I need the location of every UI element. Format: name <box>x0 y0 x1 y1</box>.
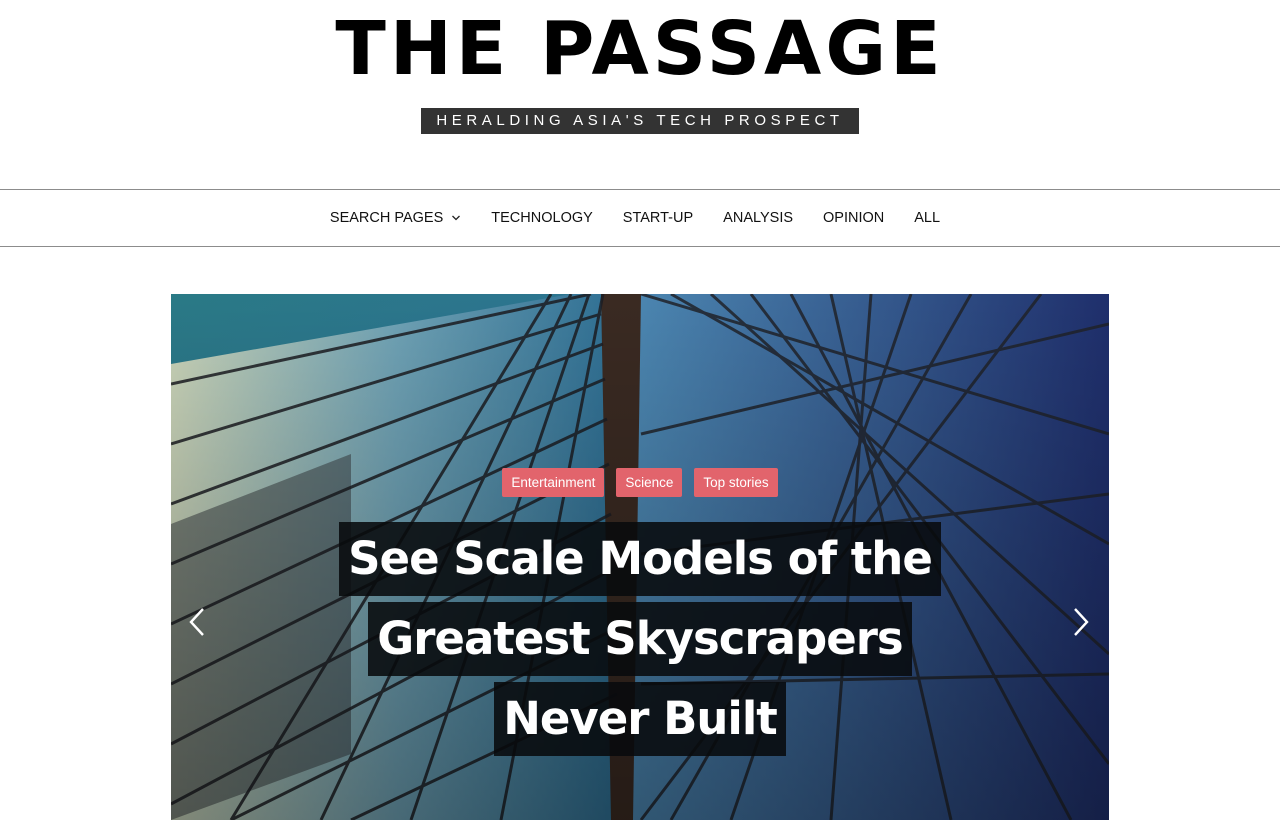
featured-slider[interactable]: Entertainment Science Top stories See Sc… <box>171 294 1109 820</box>
nav-item-analysis[interactable]: ANALYSIS <box>723 210 793 226</box>
site-header: THE PASSAGE HERALDING ASIA'S TECH PROSPE… <box>0 0 1280 189</box>
nav-item-technology[interactable]: TECHNOLOGY <box>491 210 593 226</box>
main-navigation: SEARCH PAGES TECHNOLOGY START-UP ANALYSI… <box>0 189 1280 247</box>
category-tag-science[interactable]: Science <box>616 468 683 497</box>
headline-line: Never Built <box>494 682 786 756</box>
nav-list: SEARCH PAGES TECHNOLOGY START-UP ANALYSI… <box>0 190 1280 246</box>
site-title[interactable]: THE PASSAGE <box>0 4 1280 94</box>
nav-item-opinion[interactable]: OPINION <box>823 210 884 226</box>
slide-headline[interactable]: See Scale Models of the Greatest Skyscra… <box>171 519 1109 759</box>
chevron-left-icon[interactable] <box>185 606 211 638</box>
nav-item-start-up[interactable]: START-UP <box>623 210 693 226</box>
headline-line: Greatest Skyscrapers <box>368 602 912 676</box>
category-tags: Entertainment Science Top stories <box>171 468 1109 497</box>
category-tag-top-stories[interactable]: Top stories <box>694 468 778 497</box>
chevron-down-icon <box>452 215 461 221</box>
site-tagline: HERALDING ASIA'S TECH PROSPECT <box>421 108 859 134</box>
nav-item-label: SEARCH PAGES <box>329 210 444 226</box>
category-tag-entertainment[interactable]: Entertainment <box>502 468 605 497</box>
nav-item-search-pages[interactable]: SEARCH PAGES <box>330 210 461 226</box>
chevron-right-icon[interactable] <box>1067 606 1093 638</box>
nav-item-all[interactable]: ALL <box>914 210 940 226</box>
headline-line: See Scale Models of the <box>339 522 941 596</box>
